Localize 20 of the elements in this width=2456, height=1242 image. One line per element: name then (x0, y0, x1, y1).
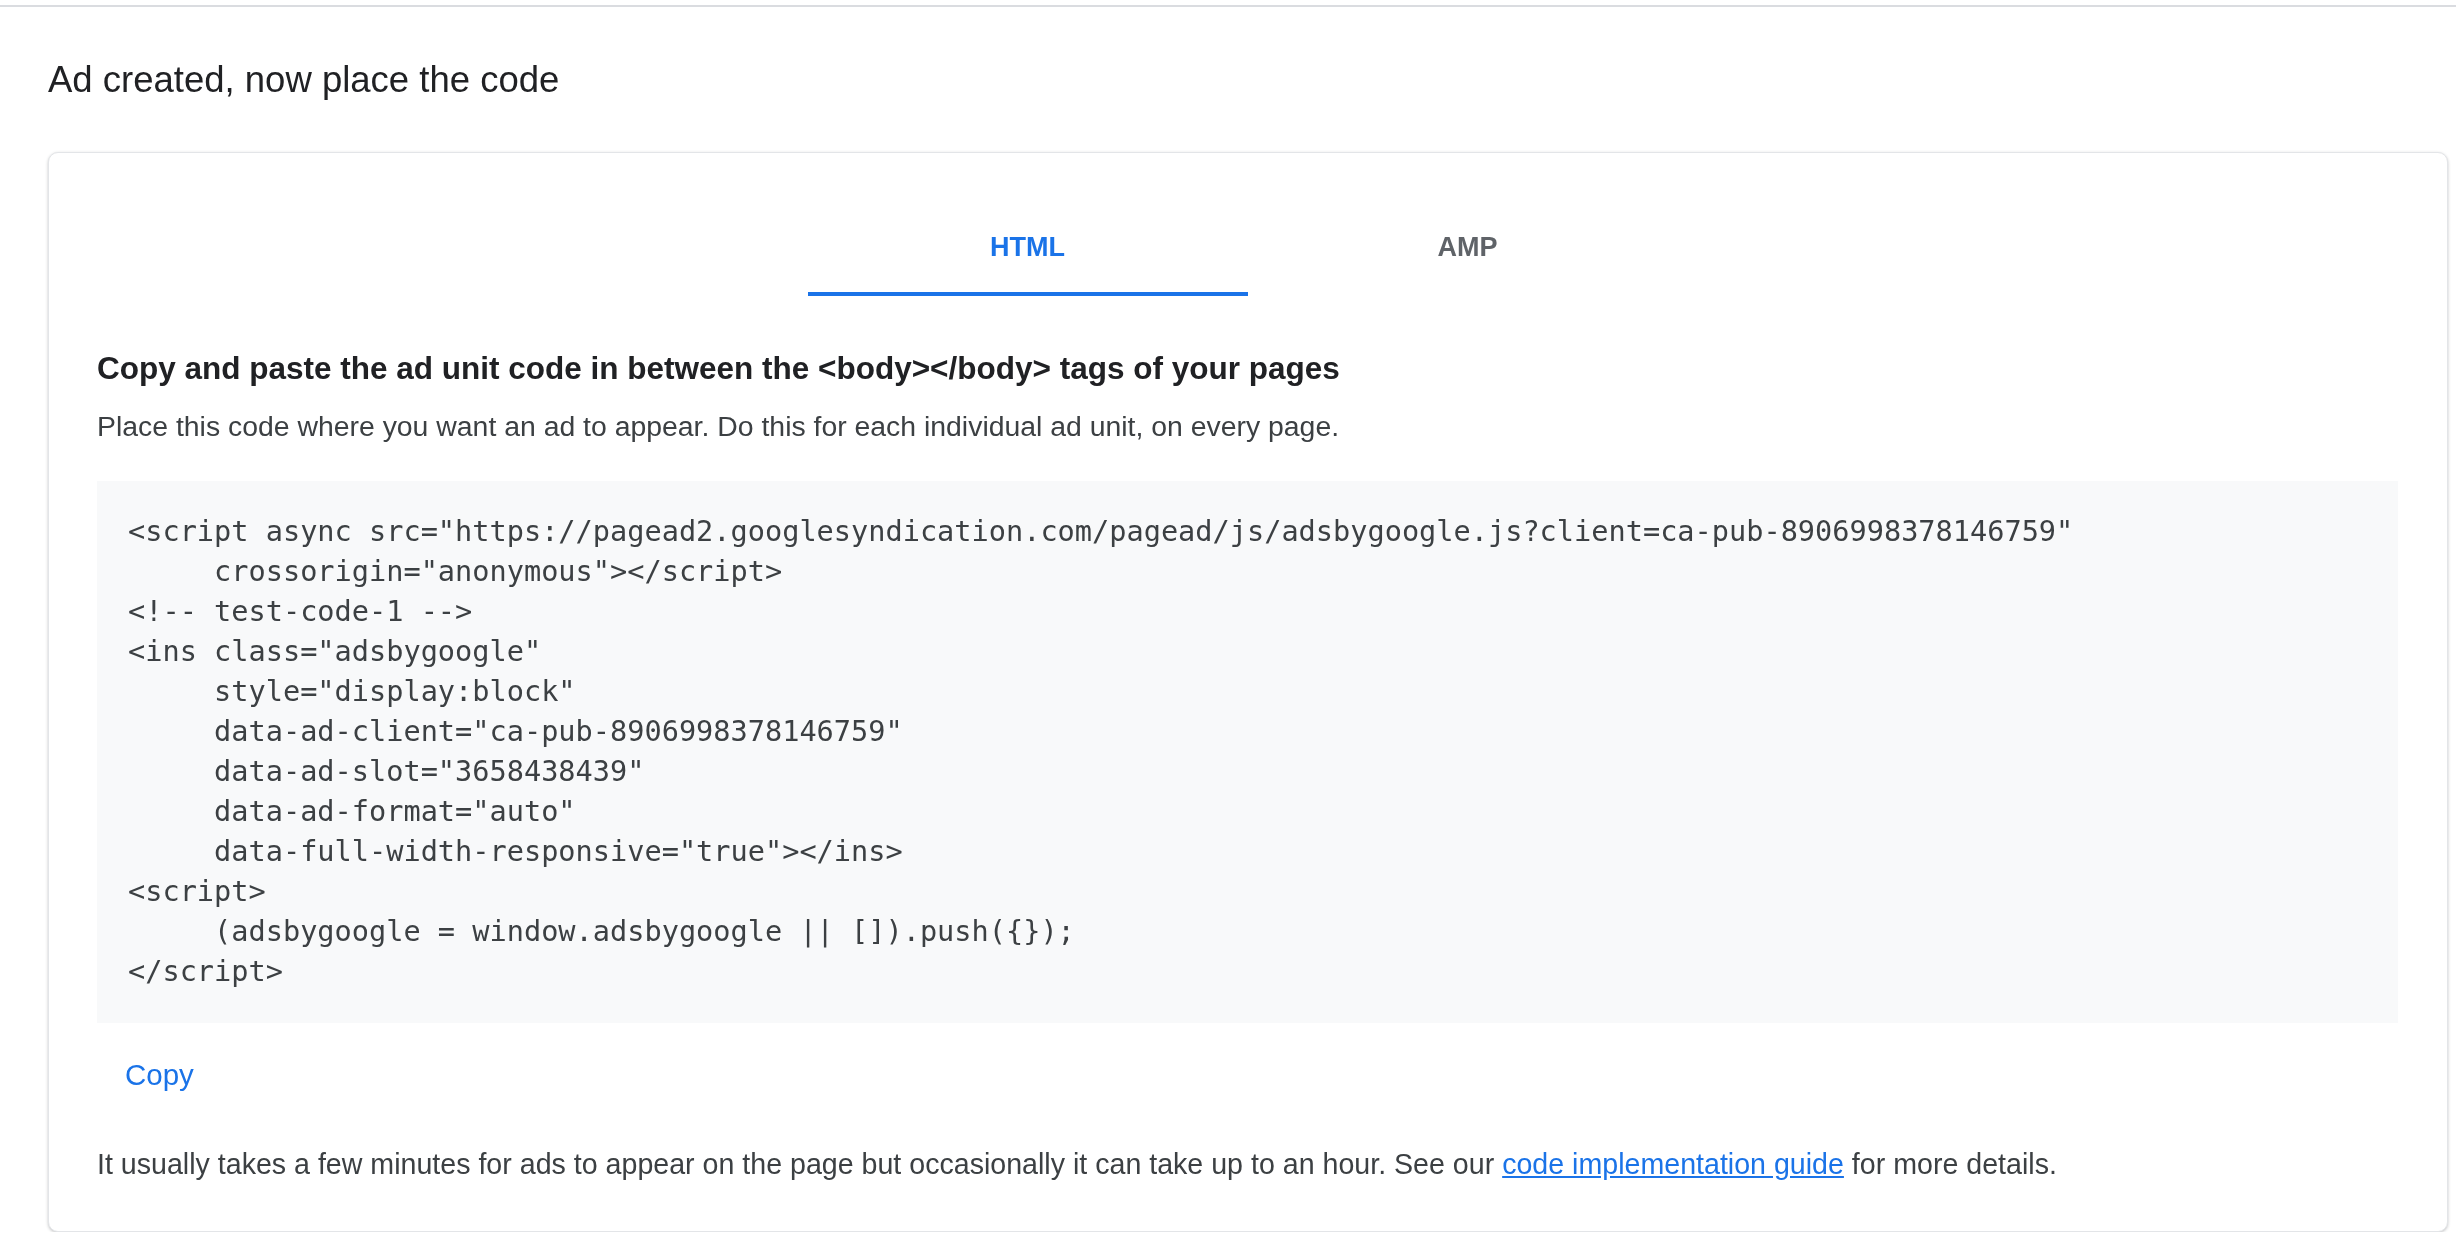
instructions-text: Place this code where you want an ad to appear. Do this for each individual ad unit, on every page. (97, 409, 1341, 444)
note-text: It usually takes a few minutes for ads to appear on the page but occasionally it can take up to an hour. See our code implementation guide for more details. (97, 1147, 2058, 1182)
code-line: style="display:block" (213, 673, 577, 710)
tab[interactable]: HTML (807, 200, 1248, 296)
code-line: data-ad-client="ca-pub-8906998378146759" (213, 713, 904, 750)
code-line: data-ad-slot="3658438439" (213, 753, 646, 790)
copy-button[interactable]: Copy (97, 1047, 222, 1103)
code-line: data-ad-format="auto" (213, 793, 577, 830)
code-line: <script async src="https://pagead2.googlesyndication.com/pagead/js/adsbygoogle.js?client=ca-pub-8906998378146759" (128, 513, 2075, 550)
page-title: Ad created, now place the code (48, 59, 560, 101)
code-line: data-full-width-responsive="true"></ins> (213, 833, 904, 870)
code-line: </script> (128, 953, 284, 990)
implementation-guide-link[interactable]: code implementation guide (1502, 1148, 1844, 1180)
code-line: <ins class="adsbygoogle" (128, 633, 543, 670)
code-line: crossorigin="anonymous"></script> (213, 553, 784, 590)
code-line: <script> (128, 873, 267, 910)
section-heading: Copy and paste the ad unit code in between the <body></body> tags of your pages (97, 349, 1341, 388)
tab[interactable]: AMP (1247, 200, 1688, 296)
code-line: (adsbygoogle = window.adsbygoogle || []).push({}); (213, 913, 1076, 950)
code-line: <!-- test-code-1 --> (128, 593, 474, 630)
